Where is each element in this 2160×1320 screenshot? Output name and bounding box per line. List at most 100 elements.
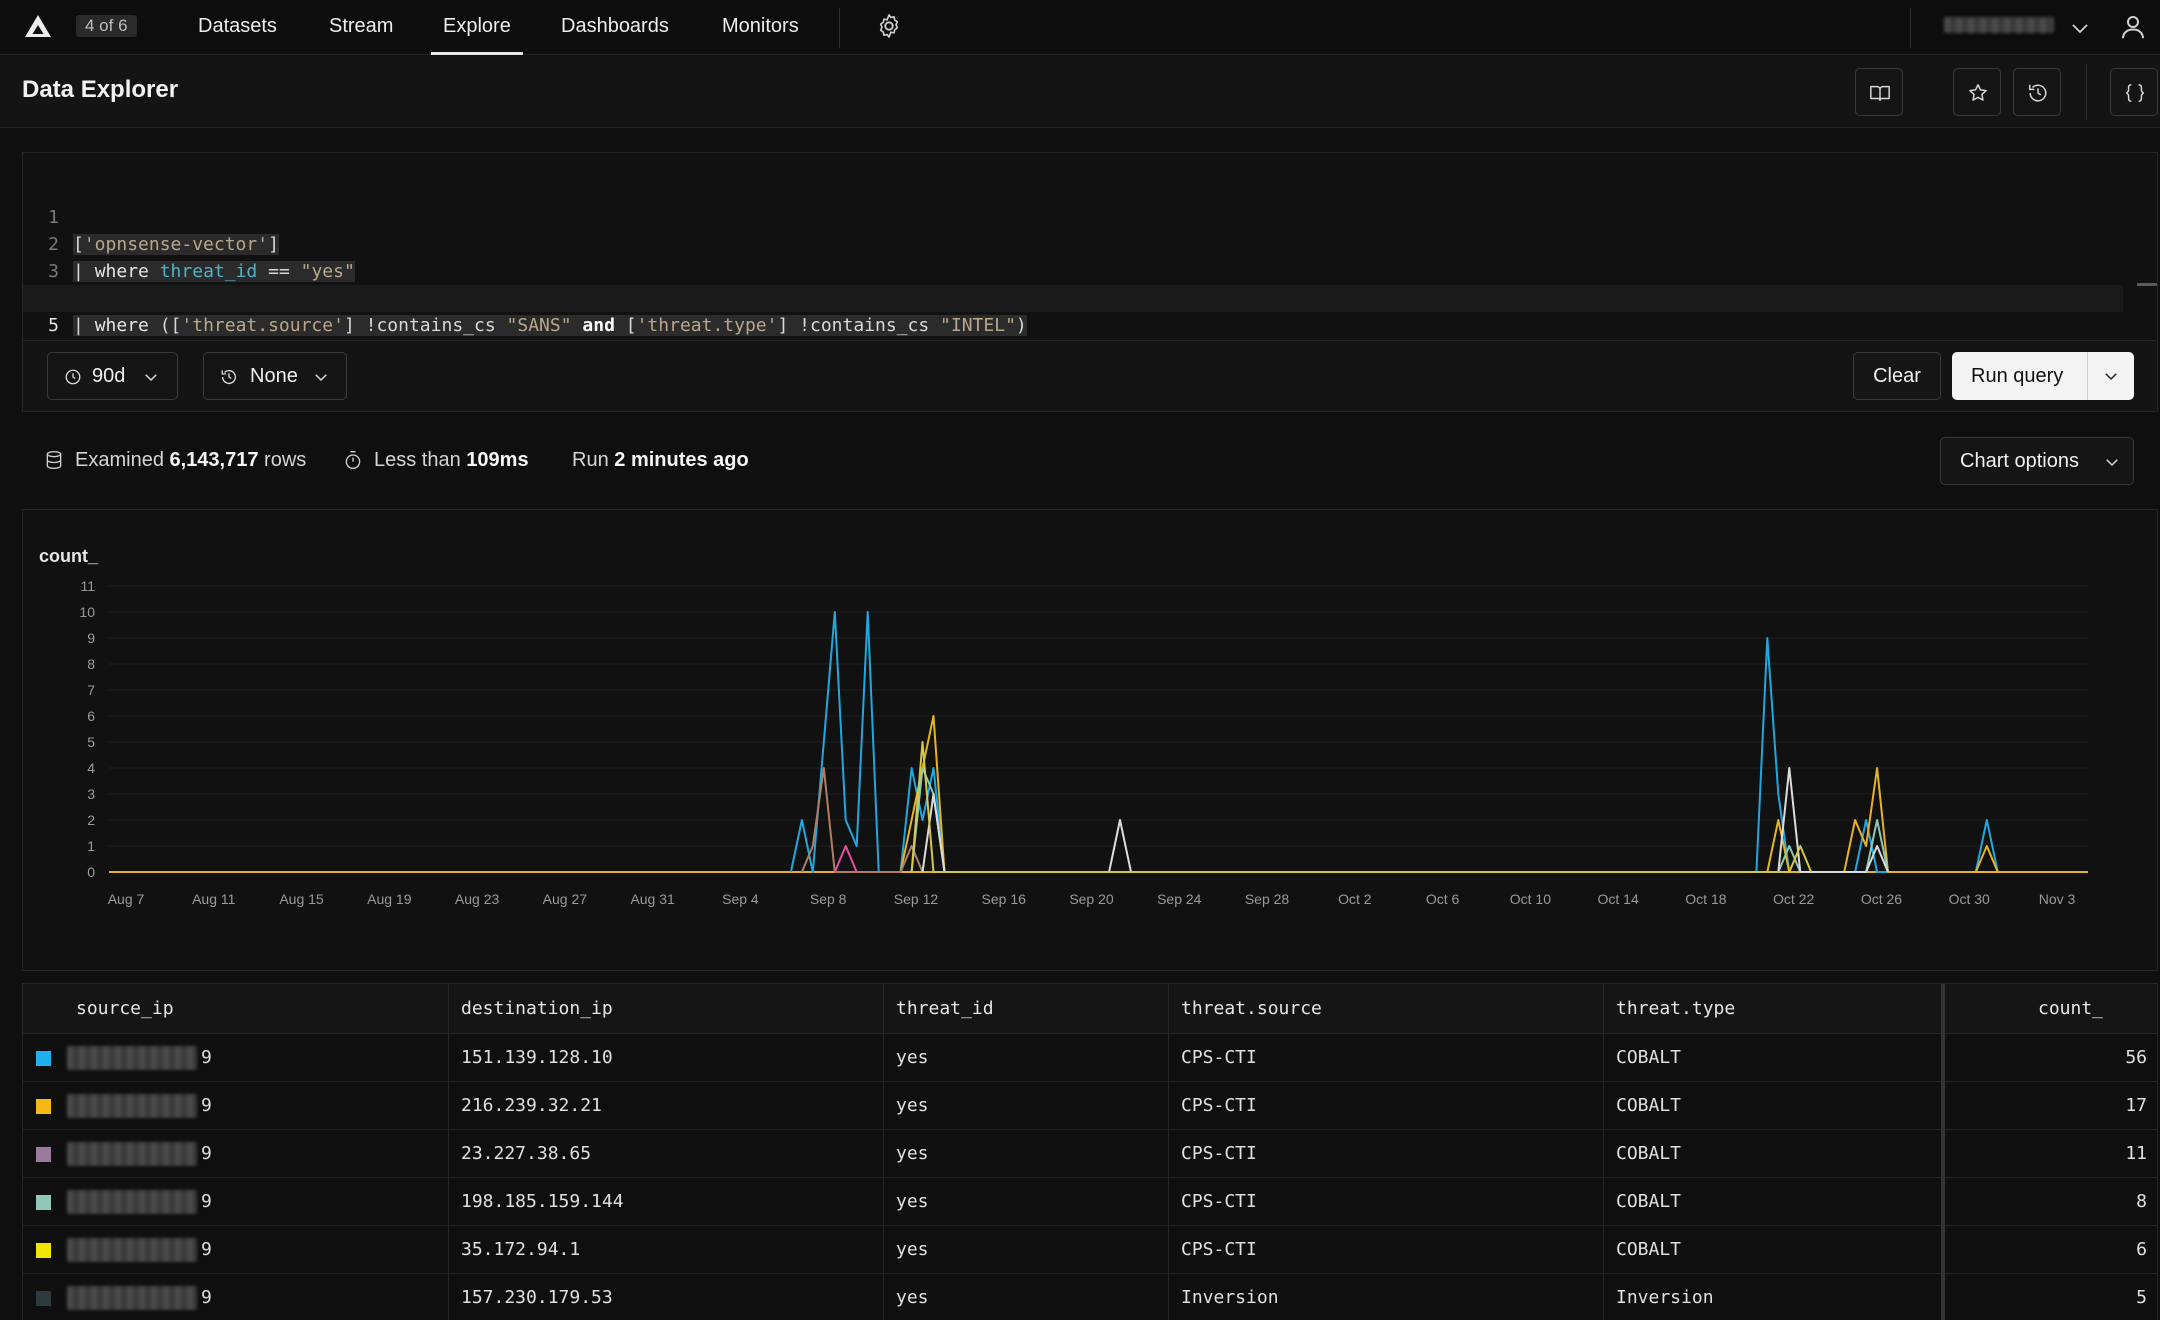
- cell-threat-source: CPS-CTI: [1181, 1047, 1257, 1068]
- series-color-swatch: [36, 1243, 51, 1258]
- query-toolbar: 90d None Clear Run query: [22, 340, 2158, 412]
- stopwatch-icon: [345, 451, 361, 469]
- top-navigation: 4 of 6 Datasets Stream Explore Dashboard…: [0, 0, 2160, 55]
- cell-threat-source: CPS-CTI: [1181, 1191, 1257, 1212]
- chart-options-label: Chart options: [1960, 450, 2079, 472]
- docs-button[interactable]: [1855, 68, 1903, 116]
- cell-destination-ip: 216.239.32.21: [461, 1095, 602, 1116]
- chevron-down-icon: [315, 374, 327, 382]
- user-avatar-icon[interactable]: [2118, 12, 2148, 42]
- page-title: Data Explorer: [22, 76, 179, 103]
- history-button[interactable]: [2013, 68, 2061, 116]
- time-range-selector[interactable]: 90d: [47, 352, 178, 400]
- star-query-button[interactable]: [1953, 68, 2001, 116]
- table-row[interactable]: 9 151.139.128.10 yes CPS-CTI COBALT 56: [23, 1034, 2157, 1082]
- cell-count: 8: [2136, 1191, 2147, 1212]
- x-tick-label: Sep 24: [1157, 891, 1202, 907]
- source-ip-redacted: [67, 1190, 197, 1214]
- settings-gear-icon[interactable]: [875, 12, 903, 40]
- history-icon: [2029, 84, 2047, 102]
- json-view-button[interactable]: [2110, 68, 2158, 116]
- y-tick-label: 6: [87, 708, 95, 724]
- cell-threat-id: yes: [896, 1191, 929, 1212]
- x-tick-label: Sep 28: [1245, 891, 1290, 907]
- series-color-swatch: [36, 1051, 51, 1066]
- cell-source-ip: 9: [201, 1239, 212, 1260]
- nav-explore[interactable]: Explore: [431, 0, 523, 55]
- source-ip-redacted: [67, 1046, 197, 1070]
- run-time-stat: Run 2 minutes ago: [572, 448, 749, 472]
- cell-threat-type: COBALT: [1616, 1095, 1682, 1116]
- query-time-stat: Less than 109ms: [374, 448, 529, 472]
- scrollbar-marker[interactable]: [2137, 283, 2157, 286]
- x-tick-label: Aug 31: [630, 891, 675, 907]
- table-row[interactable]: 9 216.239.32.21 yes CPS-CTI COBALT 17: [23, 1082, 2157, 1130]
- code-line-4: 4 | where (['threat.source'] !contains_c…: [23, 258, 2123, 336]
- query-editor[interactable]: 1 ['opnsense-vector'] 2 | where threat_i…: [22, 152, 2158, 363]
- column-header-count[interactable]: count_: [2025, 984, 2103, 1034]
- x-tick-label: Aug 11: [192, 891, 236, 907]
- column-header-destination-ip[interactable]: destination_ip: [448, 984, 613, 1034]
- column-divider: [883, 984, 884, 1320]
- source-ip-redacted: [67, 1286, 197, 1310]
- cell-threat-id: yes: [896, 1095, 929, 1116]
- nav-monitors[interactable]: Monitors: [722, 0, 799, 55]
- column-header-threat-source[interactable]: threat.source: [1168, 984, 1322, 1034]
- x-tick-label: Oct 10: [1510, 891, 1551, 907]
- nav-dashboards[interactable]: Dashboards: [561, 0, 669, 55]
- x-tick-label: Aug 15: [279, 891, 324, 907]
- time-range-value: 90d: [92, 365, 126, 387]
- book-icon: [1870, 85, 1890, 102]
- cell-destination-ip: 157.230.179.53: [461, 1287, 613, 1308]
- x-tick-label: Aug 19: [367, 891, 412, 907]
- x-tick-label: Oct 22: [1773, 891, 1814, 907]
- y-tick-label: 7: [87, 682, 95, 698]
- examined-prefix: Examined: [75, 449, 164, 471]
- column-header-source-ip[interactable]: source_ip: [63, 984, 174, 1034]
- table-row[interactable]: 9 35.172.94.1 yes CPS-CTI COBALT 6: [23, 1226, 2157, 1274]
- x-tick-label: Sep 4: [722, 891, 759, 907]
- time-series-chart[interactable]: 0 1 2 3 4 5 6 7 8 9 10 11 Aug 7 Aug 11 Aug 15 Aug 19 Aug…: [23, 510, 2157, 970]
- workspace-pager[interactable]: 4 of 6: [76, 15, 137, 37]
- x-tick-label: Aug 27: [543, 891, 588, 907]
- chevron-down-icon[interactable]: [2102, 367, 2120, 385]
- cell-count: 11: [2125, 1143, 2147, 1164]
- clock-icon: [65, 369, 81, 385]
- cell-threat-source: CPS-CTI: [1181, 1095, 1257, 1116]
- time-value: 109ms: [466, 449, 529, 471]
- column-divider-resize[interactable]: [1941, 984, 1945, 1320]
- y-tick-label: 8: [87, 656, 95, 672]
- cell-threat-type: COBALT: [1616, 1047, 1682, 1068]
- clear-button[interactable]: Clear: [1853, 352, 1941, 400]
- series-line: [833, 845, 858, 873]
- chart-options-button[interactable]: Chart options: [1940, 437, 2134, 485]
- table-row[interactable]: 9 23.227.38.65 yes CPS-CTI COBALT 11: [23, 1130, 2157, 1178]
- x-tick-label: Oct 14: [1598, 891, 1639, 907]
- column-header-threat-id[interactable]: threat_id: [883, 984, 994, 1034]
- cell-threat-id: yes: [896, 1047, 929, 1068]
- x-tick-label: Oct 6: [1426, 891, 1460, 907]
- table-row[interactable]: 9 198.185.159.144 yes CPS-CTI COBALT 8: [23, 1178, 2157, 1226]
- user-name-redacted: [1944, 17, 2054, 33]
- y-tick-label: 0: [87, 864, 95, 880]
- y-tick-label: 2: [87, 812, 95, 828]
- axiom-logo-icon[interactable]: [22, 11, 54, 43]
- compare-selector[interactable]: None: [203, 352, 347, 400]
- chevron-down-icon[interactable]: [2068, 16, 2092, 40]
- cell-count: 6: [2136, 1239, 2147, 1260]
- code-line-5: 5 | summarize count() by bin_auto(_time)…: [23, 285, 2123, 363]
- cell-destination-ip: 23.227.38.65: [461, 1143, 592, 1164]
- nav-stream[interactable]: Stream: [329, 0, 393, 55]
- nav-datasets[interactable]: Datasets: [198, 0, 277, 55]
- x-tick-label: Sep 16: [982, 891, 1027, 907]
- examined-rows-stat: Examined 6,143,717 rows: [75, 448, 306, 472]
- table-row[interactable]: 9 157.230.179.53 yes Inversion Inversion 5: [23, 1274, 2157, 1320]
- x-tick-label: Oct 2: [1338, 891, 1372, 907]
- column-header-threat-type[interactable]: threat.type: [1603, 984, 1735, 1034]
- results-table: source_ip destination_ip threat_id threa…: [22, 983, 2158, 1320]
- column-divider: [1168, 984, 1169, 1320]
- run-query-button[interactable]: Run query: [1952, 352, 2134, 400]
- run-prefix: Run: [572, 449, 609, 471]
- cell-threat-id: yes: [896, 1287, 929, 1308]
- y-tick-label: 1: [87, 838, 95, 854]
